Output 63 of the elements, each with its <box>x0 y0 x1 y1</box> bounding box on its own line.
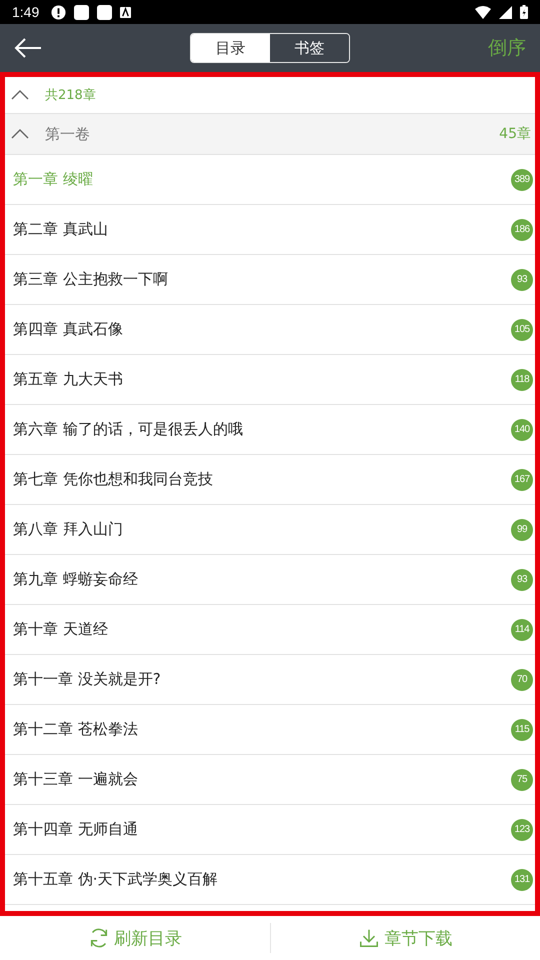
wifi-icon <box>475 6 491 18</box>
word-count-badge: 389 <box>511 168 533 190</box>
word-count-badge: 131 <box>511 868 533 890</box>
chapter-item[interactable]: 第二章 真武山 186 <box>5 205 535 255</box>
word-count-badge: 167 <box>511 468 533 490</box>
signal-icon <box>499 6 512 18</box>
chapter-title: 第十一章 没关就是开? <box>13 670 162 689</box>
chapter-item[interactable]: 第五章 九大天书 118 <box>5 355 535 405</box>
volume-title: 第一卷 <box>45 124 91 144</box>
chapter-item[interactable]: 第十五章 伪·天下武学奥义百解 131 <box>5 855 535 905</box>
chapter-item[interactable]: 第十一章 没关就是开? 70 <box>5 655 535 705</box>
chapter-title: 第十二章 苍松拳法 <box>13 720 139 739</box>
chapter-title: 第十章 天道经 <box>13 620 109 639</box>
word-count-badge: 186 <box>511 218 533 240</box>
chapter-title: 第十三章 一遍就会 <box>13 770 139 789</box>
download-icon <box>358 927 380 949</box>
chapter-item[interactable]: 第十三章 一遍就会 75 <box>5 755 535 805</box>
word-count-badge: 118 <box>511 368 533 390</box>
notification-icon <box>74 4 90 20</box>
chapter-title: 第二章 真武山 <box>13 220 109 239</box>
chapter-title: 第一章 绫曜 <box>13 170 94 189</box>
chapter-title: 第十四章 无师自通 <box>13 820 139 839</box>
chapter-title: 第十五章 伪·天下武学奥义百解 <box>13 870 219 889</box>
word-count-badge: 123 <box>511 818 533 840</box>
chapter-item[interactable]: 第十章 天道经 114 <box>5 605 535 655</box>
word-count-badge: 105 <box>511 318 533 340</box>
word-count-badge: 75 <box>511 768 533 790</box>
chapter-item[interactable]: 第八章 拜入山门 99 <box>5 505 535 555</box>
back-arrow-icon <box>14 37 42 59</box>
chapter-item[interactable]: 第七章 凭你也想和我同台竞技 167 <box>5 455 535 505</box>
chapter-title: 第三章 公主抱救一下啊 <box>13 270 169 289</box>
word-count-badge: 70 <box>511 668 533 690</box>
chapter-title: 第九章 蜉蝣妄命经 <box>13 570 139 589</box>
caret-icon[interactable] <box>11 129 29 139</box>
chapter-title: 第八章 拜入山门 <box>13 520 124 539</box>
chapter-item[interactable]: 第十二章 苍松拳法 115 <box>5 705 535 755</box>
volume-header[interactable]: 第一卷 45章 <box>5 114 535 155</box>
chapter-title: 第六章 输了的话，可是很丢人的哦 <box>13 420 244 439</box>
chapter-total: 共218章 <box>45 87 96 104</box>
word-count-badge: 114 <box>511 618 533 640</box>
reverse-order-button[interactable]: 倒序 <box>488 35 526 61</box>
notification-icon <box>120 6 132 18</box>
chapter-title: 第四章 真武石像 <box>13 320 124 339</box>
back-button[interactable] <box>14 37 42 59</box>
word-count-badge: 93 <box>511 568 533 590</box>
alert-icon <box>51 4 66 20</box>
chapter-title: 第五章 九大天书 <box>13 370 124 389</box>
word-count-badge: 93 <box>511 268 533 290</box>
chapter-item[interactable]: 第四章 真武石像 105 <box>5 305 535 355</box>
chapter-item[interactable]: 第九章 蜉蝣妄命经 93 <box>5 555 535 605</box>
word-count-badge: 99 <box>511 518 533 540</box>
chapter-item[interactable]: 第三章 公主抱救一下啊 93 <box>5 255 535 305</box>
battery-icon <box>520 5 528 19</box>
chapter-item[interactable]: 第六章 输了的话，可是很丢人的哦 140 <box>5 405 535 455</box>
volume-count: 45章 <box>499 125 531 143</box>
toolbar-tab[interactable]: 目录 <box>191 34 270 62</box>
word-count-badge: 140 <box>511 418 533 440</box>
word-count-badge: 115 <box>511 718 533 740</box>
notification-icon <box>97 4 112 20</box>
status-time: 1:49 <box>12 4 40 20</box>
chapter-item[interactable]: 第十四章 无师自通 123 <box>5 805 535 855</box>
caret-icon[interactable] <box>11 90 29 100</box>
chapter-title: 第七章 凭你也想和我同台竞技 <box>13 470 214 489</box>
